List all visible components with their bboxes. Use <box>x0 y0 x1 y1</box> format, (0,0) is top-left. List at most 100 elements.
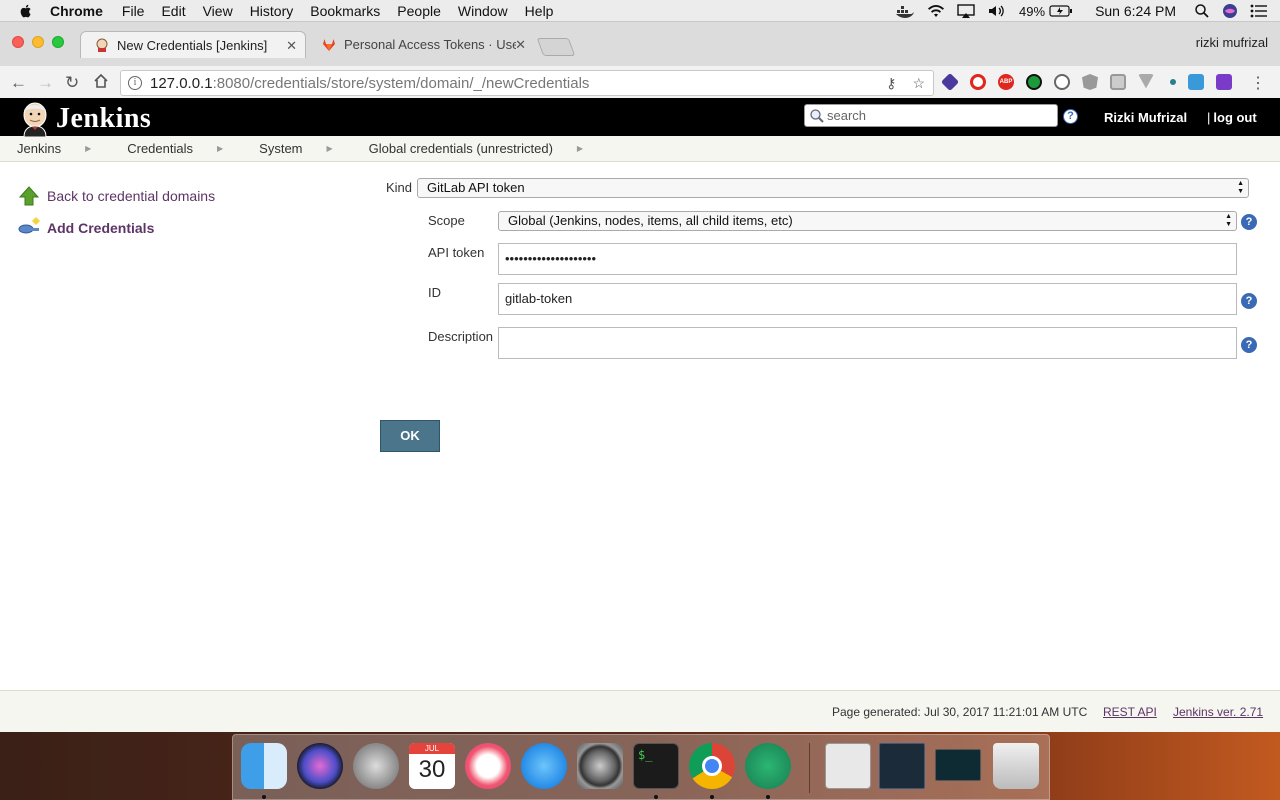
up-arrow-icon <box>18 186 40 206</box>
adblock-plus-icon[interactable]: ABP <box>998 74 1014 90</box>
file-extension-icon[interactable] <box>1188 74 1204 90</box>
add-credentials-link[interactable]: Add Credentials <box>47 220 154 236</box>
menu-edit[interactable]: Edit <box>161 3 185 19</box>
breadcrumb-arrow-icon[interactable]: ▶ <box>577 144 583 153</box>
page-footer: Page generated: Jul 30, 2017 11:21:01 AM… <box>0 690 1280 732</box>
select-arrows-icon: ▲ ▼ <box>1225 213 1232 228</box>
api-token-input[interactable]: •••••••••••••••••••• <box>498 243 1237 275</box>
home-icon[interactable] <box>93 73 109 93</box>
dot-extension-icon[interactable] <box>1170 79 1176 85</box>
close-window-button[interactable] <box>12 36 24 48</box>
trash-icon[interactable] <box>993 743 1039 789</box>
description-input[interactable] <box>498 327 1237 359</box>
task-add-credentials[interactable]: Add Credentials <box>18 212 215 244</box>
sync-extension-icon[interactable] <box>1054 74 1070 90</box>
menu-history[interactable]: History <box>250 3 294 19</box>
siri-menu-icon[interactable] <box>1222 3 1238 19</box>
vue-devtools-icon[interactable] <box>1138 74 1154 89</box>
volume-icon[interactable] <box>987 4 1007 18</box>
forward-icon[interactable]: → <box>37 74 54 92</box>
itunes-icon[interactable] <box>465 743 511 789</box>
apple-icon[interactable] <box>18 3 34 19</box>
back-to-credential-domains-link[interactable]: Back to credential domains <box>47 188 215 204</box>
minimize-window-button[interactable] <box>32 36 44 48</box>
id-help-icon[interactable]: ? <box>1241 293 1257 309</box>
search-icon <box>810 108 824 123</box>
id-input[interactable]: gitlab-token <box>498 283 1237 315</box>
breadcrumb-jenkins[interactable]: Jenkins <box>17 141 61 156</box>
user-name-link[interactable]: Rizki Mufrizal <box>1104 110 1187 125</box>
finder-icon[interactable] <box>241 743 287 789</box>
check-extension-icon[interactable] <box>1026 74 1042 90</box>
close-tab-icon[interactable]: ✕ <box>286 38 297 54</box>
menu-people[interactable]: People <box>397 3 441 19</box>
new-tab-button[interactable] <box>536 38 576 56</box>
search-box[interactable] <box>804 104 1058 127</box>
calendar-icon[interactable]: JUL 30 <box>409 743 455 789</box>
purple-extension-icon[interactable] <box>1216 74 1232 90</box>
chrome-icon[interactable] <box>689 743 735 789</box>
url-text[interactable]: 127.0.0.1:8080/credentials/store/system/… <box>150 75 589 92</box>
zoom-window-button[interactable] <box>52 36 64 48</box>
breadcrumb-credentials[interactable]: Credentials <box>127 141 193 156</box>
docker-icon[interactable] <box>895 4 915 18</box>
app-store-icon[interactable] <box>521 743 567 789</box>
kind-select[interactable]: GitLab API token ▲ ▼ <box>417 178 1249 198</box>
site-info-icon[interactable]: i <box>128 76 142 90</box>
url-path: :8080/credentials/store/system/domain/_/… <box>212 74 590 92</box>
scope-select-value: Global (Jenkins, nodes, items, all child… <box>508 213 793 228</box>
wifi-icon[interactable] <box>927 4 945 18</box>
jenkins-version-link[interactable]: Jenkins ver. 2.71 <box>1173 705 1263 719</box>
tab-new-credentials[interactable]: New Credentials [Jenkins] ✕ <box>80 31 306 58</box>
menu-app-name[interactable]: Chrome <box>50 3 103 19</box>
notification-center-icon[interactable] <box>1250 4 1268 18</box>
running-indicator <box>710 795 714 799</box>
rest-api-link[interactable]: REST API <box>1103 705 1157 719</box>
address-bar[interactable]: i 127.0.0.1:8080/credentials/store/syste… <box>120 70 934 96</box>
description-help-icon[interactable]: ? <box>1241 337 1257 353</box>
key-icon[interactable]: ⚷ <box>886 75 896 92</box>
clock[interactable]: Sun 6:24 PM <box>1095 3 1176 19</box>
screenshot-icon[interactable] <box>879 743 925 789</box>
reload-icon[interactable]: ↻ <box>65 74 79 92</box>
angular-extension-icon[interactable] <box>1082 74 1098 90</box>
menu-help[interactable]: Help <box>525 3 554 19</box>
tab-personal-access-tokens[interactable]: Personal Access Tokens · User ✕ <box>308 31 534 58</box>
menu-window[interactable]: Window <box>458 3 508 19</box>
menu-bookmarks[interactable]: Bookmarks <box>310 3 380 19</box>
breadcrumb-system[interactable]: System <box>259 141 302 156</box>
scope-select[interactable]: Global (Jenkins, nodes, items, all child… <box>498 211 1237 231</box>
scope-help-icon[interactable]: ? <box>1241 214 1257 230</box>
search-help-icon[interactable]: ? <box>1063 109 1078 124</box>
ok-button[interactable]: OK <box>380 420 440 452</box>
breadcrumb-arrow-icon[interactable]: ▶ <box>85 144 91 153</box>
menu-file[interactable]: File <box>122 3 145 19</box>
terminal-icon[interactable]: $_ <box>633 743 679 789</box>
jenkins-logo[interactable]: Jenkins <box>18 101 151 137</box>
task-back-to-credential-domains[interactable]: Back to credential domains <box>18 180 215 212</box>
launchpad-icon[interactable] <box>353 743 399 789</box>
system-preferences-icon[interactable] <box>577 743 623 789</box>
close-tab-icon[interactable]: ✕ <box>515 37 526 53</box>
menu-view[interactable]: View <box>203 3 233 19</box>
downloads-icon[interactable] <box>825 743 871 789</box>
back-icon[interactable]: ← <box>10 74 27 92</box>
breadcrumb-global-credentials[interactable]: Global credentials (unrestricted) <box>369 141 553 156</box>
siri-icon[interactable] <box>297 743 343 789</box>
battery-icon[interactable] <box>1049 5 1073 17</box>
logout-link[interactable]: | log out <box>1207 110 1257 125</box>
airplay-icon[interactable] <box>957 4 975 18</box>
atom-icon[interactable] <box>745 743 791 789</box>
battery-percent: 49% <box>1019 3 1046 19</box>
bookmark-star-icon[interactable]: ☆ <box>912 75 925 92</box>
extension-icon[interactable] <box>940 72 960 92</box>
profile-name[interactable]: rizki mufrizal <box>1196 35 1268 50</box>
breadcrumb-arrow-icon[interactable]: ▶ <box>217 144 223 153</box>
breadcrumb-arrow-icon[interactable]: ▶ <box>327 144 333 153</box>
chrome-menu-icon[interactable]: ⋮ <box>1250 73 1266 93</box>
grid-extension-icon[interactable] <box>1110 74 1126 90</box>
search-input[interactable] <box>827 108 1047 123</box>
opera-extension-icon[interactable] <box>970 74 986 90</box>
spotlight-icon[interactable] <box>1194 3 1210 19</box>
screenshot-icon[interactable] <box>935 749 981 781</box>
